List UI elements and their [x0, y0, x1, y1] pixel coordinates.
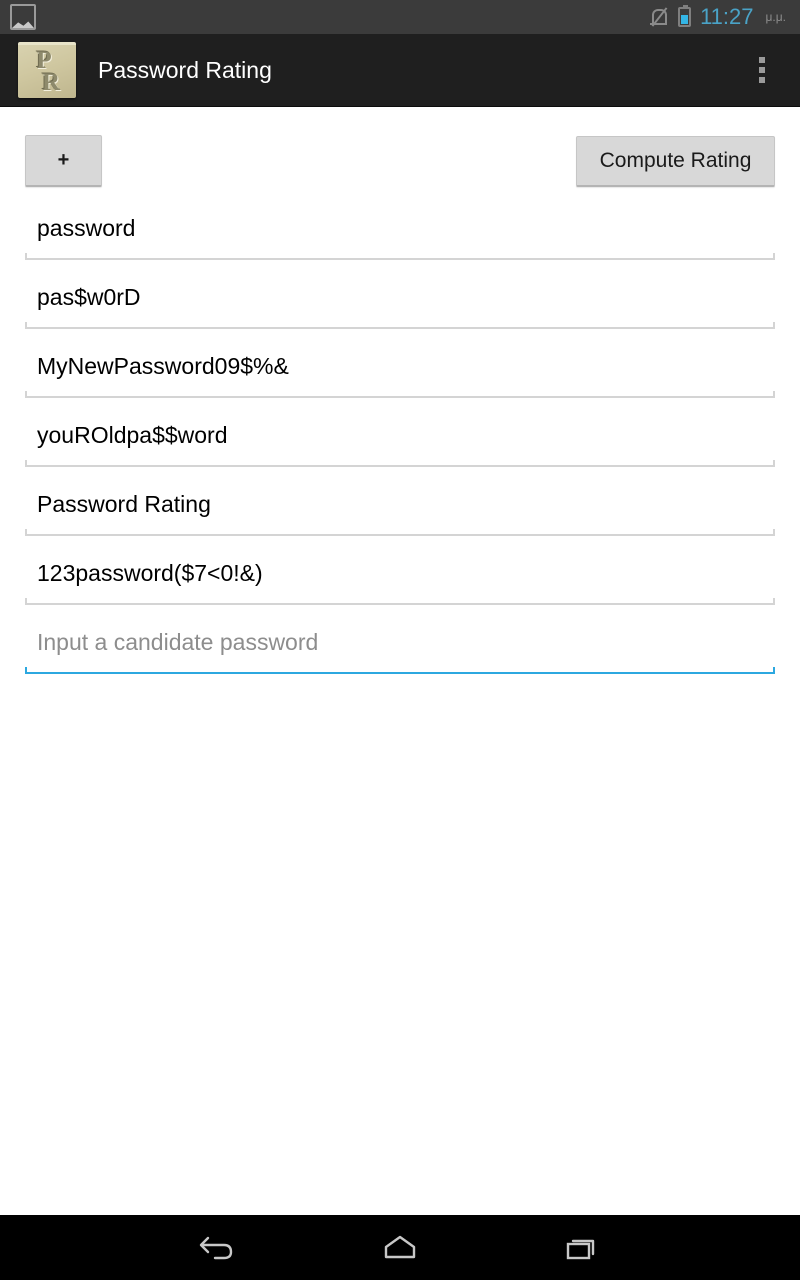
password-input-6[interactable]: Input a candidate password [25, 618, 775, 687]
home-icon[interactable] [367, 1215, 433, 1280]
password-input-underline-4 [25, 529, 775, 536]
status-bar-system: 11:27 μ.μ. [649, 4, 800, 29]
password-input-4[interactable]: Password Rating [25, 480, 775, 549]
toolbar-row: + Compute Rating [0, 107, 800, 187]
password-input-underline-6 [25, 667, 775, 674]
password-fields-list: password pas$w0rD MyNewPassword09$%& youROl… [0, 187, 800, 687]
screenshot-icon [10, 4, 36, 30]
navigation-bar [0, 1215, 800, 1280]
password-input-0[interactable]: password [25, 204, 775, 273]
password-input-underline-1 [25, 322, 775, 329]
password-input-value-0: password [37, 215, 136, 241]
battery-icon [678, 5, 692, 27]
password-input-placeholder-6: Input a candidate password [37, 629, 319, 655]
password-input-value-5: 123password($7<0!&) [37, 560, 263, 586]
compute-rating-button[interactable]: Compute Rating [576, 136, 775, 187]
notifications-off-icon [649, 7, 669, 27]
password-input-underline-3 [25, 460, 775, 467]
password-input-value-1: pas$w0rD [37, 284, 141, 310]
add-field-button[interactable]: + [25, 135, 102, 187]
password-input-1[interactable]: pas$w0rD [25, 273, 775, 342]
password-input-underline-5 [25, 598, 775, 605]
password-input-underline-0 [25, 253, 775, 260]
password-input-value-2: MyNewPassword09$%& [37, 353, 289, 379]
status-bar: 11:27 μ.μ. [0, 0, 800, 34]
recents-icon[interactable] [549, 1215, 615, 1280]
page-title: Password Rating [98, 56, 272, 83]
android-screen: 11:27 μ.μ. P R Password Rating + Compute… [0, 0, 800, 1280]
password-input-5[interactable]: 123password($7<0!&) [25, 549, 775, 618]
main-content: + Compute Rating password pas$w0rD MyNewPa… [0, 107, 800, 1280]
status-bar-notifications [0, 4, 649, 30]
password-input-value-4: Password Rating [37, 491, 211, 517]
overflow-menu-icon[interactable] [738, 34, 786, 107]
back-icon[interactable] [185, 1215, 251, 1280]
password-input-value-3: youROldpa$$word [37, 422, 228, 448]
app-logo-letter-r: R [41, 68, 61, 96]
status-bar-ampm: μ.μ. [765, 10, 787, 24]
password-input-underline-2 [25, 391, 775, 398]
password-input-3[interactable]: youROldpa$$word [25, 411, 775, 480]
app-logo-icon: P R [18, 42, 76, 98]
status-bar-clock: 11:27 [700, 4, 754, 29]
action-bar: P R Password Rating [0, 34, 800, 107]
password-input-2[interactable]: MyNewPassword09$%& [25, 342, 775, 411]
